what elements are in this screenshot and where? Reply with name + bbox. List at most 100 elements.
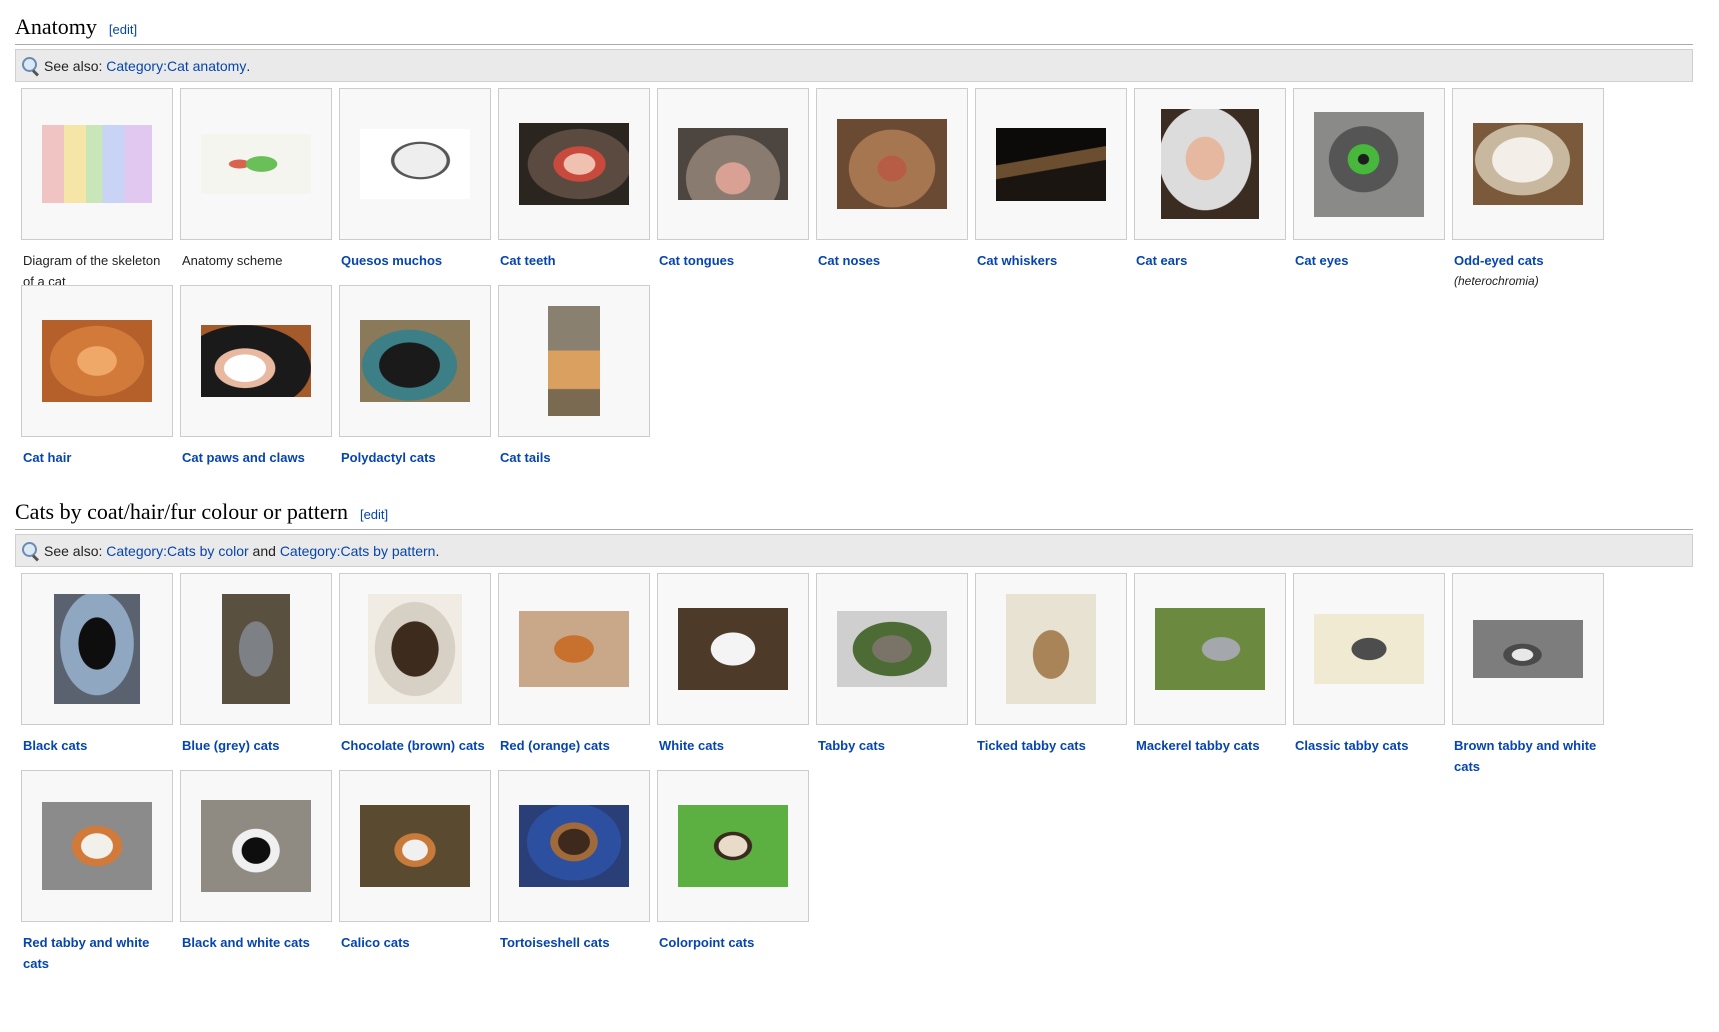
gallery-item[interactable]: Black cats bbox=[21, 573, 180, 770]
cat-tail-image[interactable] bbox=[548, 306, 600, 416]
gallery-item[interactable]: Diagram of the skeleton of a cat bbox=[21, 88, 180, 289]
caption-link[interactable]: Blue (grey) cats bbox=[182, 738, 280, 753]
tabby-cat-image[interactable] bbox=[837, 611, 947, 687]
skeleton-diagram-image[interactable] bbox=[42, 125, 152, 203]
cat-ear-image[interactable] bbox=[1161, 109, 1259, 219]
thumbnail-frame[interactable] bbox=[657, 770, 809, 922]
caption-link[interactable]: Cat noses bbox=[818, 253, 880, 268]
caption-link[interactable]: Brown tabby and white cats bbox=[1454, 738, 1596, 774]
thumbnail-frame[interactable] bbox=[21, 88, 173, 240]
cat-skull-image[interactable] bbox=[360, 129, 470, 199]
gallery-item[interactable]: Ticked tabby cats bbox=[975, 573, 1134, 770]
thumbnail-frame[interactable] bbox=[975, 573, 1127, 725]
thumbnail-frame[interactable] bbox=[498, 770, 650, 922]
caption-link[interactable]: Calico cats bbox=[341, 935, 410, 950]
thumbnail-frame[interactable] bbox=[21, 573, 173, 725]
caption-link[interactable]: Cat eyes bbox=[1295, 253, 1348, 268]
cat-teeth-image[interactable] bbox=[519, 123, 629, 205]
gallery-item[interactable]: Cat tongues bbox=[657, 88, 816, 285]
caption-link[interactable]: Odd-eyed cats bbox=[1454, 253, 1544, 268]
thumbnail-frame[interactable] bbox=[1293, 88, 1445, 240]
caption-link[interactable]: Red tabby and white cats bbox=[23, 935, 149, 971]
polydactyl-cat-image[interactable] bbox=[360, 320, 470, 402]
tortoiseshell-cat-image[interactable] bbox=[519, 805, 629, 887]
gallery-item[interactable]: Black and white cats bbox=[180, 770, 339, 966]
caption-link[interactable]: Classic tabby cats bbox=[1295, 738, 1408, 753]
caption-link[interactable]: Cat paws and claws bbox=[182, 450, 305, 465]
thumbnail-frame[interactable] bbox=[339, 88, 491, 240]
thumbnail-frame[interactable] bbox=[21, 770, 173, 922]
classic-tabby-cat-image[interactable] bbox=[1314, 614, 1424, 684]
thumbnail-frame[interactable] bbox=[339, 770, 491, 922]
caption-link[interactable]: White cats bbox=[659, 738, 724, 753]
thumbnail-frame[interactable] bbox=[21, 285, 173, 437]
gallery-item[interactable]: Red tabby and white cats bbox=[21, 770, 180, 971]
anatomy-scheme-image[interactable] bbox=[201, 134, 311, 194]
gallery-item[interactable]: Blue (grey) cats bbox=[180, 573, 339, 770]
caption-link[interactable]: Polydactyl cats bbox=[341, 450, 436, 465]
caption-link[interactable]: Cat teeth bbox=[500, 253, 556, 268]
gallery-item[interactable]: Polydactyl cats bbox=[339, 285, 498, 485]
red-tabby-white-cat-image[interactable] bbox=[42, 802, 152, 890]
see-also-link-cats-by-pattern[interactable]: Category:Cats by pattern bbox=[280, 543, 436, 559]
brown-tabby-white-cat-image[interactable] bbox=[1473, 620, 1583, 678]
caption-link[interactable]: Mackerel tabby cats bbox=[1136, 738, 1260, 753]
thumbnail-frame[interactable] bbox=[1134, 573, 1286, 725]
black-white-cat-image[interactable] bbox=[201, 800, 311, 892]
gallery-item[interactable]: Cat hair bbox=[21, 285, 180, 485]
thumbnail-frame[interactable] bbox=[180, 285, 332, 437]
gallery-item[interactable]: Red (orange) cats bbox=[498, 573, 657, 770]
caption-link[interactable]: Tabby cats bbox=[818, 738, 885, 753]
caption-link[interactable]: Cat tails bbox=[500, 450, 551, 465]
colorpoint-cat-image[interactable] bbox=[678, 805, 788, 887]
gallery-item[interactable]: Cat noses bbox=[816, 88, 975, 285]
cat-nose-image[interactable] bbox=[837, 119, 947, 209]
thumbnail-frame[interactable] bbox=[975, 88, 1127, 240]
cat-tongue-image[interactable] bbox=[678, 128, 788, 200]
red-cat-image[interactable] bbox=[519, 611, 629, 687]
gallery-item[interactable]: Classic tabby cats bbox=[1293, 573, 1452, 770]
mackerel-tabby-cat-image[interactable] bbox=[1155, 608, 1265, 690]
gallery-item[interactable]: Quesos muchos bbox=[339, 88, 498, 285]
thumbnail-frame[interactable] bbox=[816, 573, 968, 725]
thumbnail-frame[interactable] bbox=[339, 573, 491, 725]
gallery-item[interactable]: Odd-eyed cats (heterochromia) bbox=[1452, 88, 1611, 288]
thumbnail-frame[interactable] bbox=[498, 88, 650, 240]
gallery-item[interactable]: Tortoiseshell cats bbox=[498, 770, 657, 966]
thumbnail-frame[interactable] bbox=[1452, 88, 1604, 240]
thumbnail-frame[interactable] bbox=[498, 285, 650, 437]
gallery-item[interactable]: Cat whiskers bbox=[975, 88, 1134, 285]
gallery-item[interactable]: Mackerel tabby cats bbox=[1134, 573, 1293, 770]
cat-eye-image[interactable] bbox=[1314, 111, 1424, 217]
caption-link[interactable]: Ticked tabby cats bbox=[977, 738, 1086, 753]
caption-link[interactable]: Tortoiseshell cats bbox=[500, 935, 610, 950]
thumbnail-frame[interactable] bbox=[180, 88, 332, 240]
edit-link[interactable]: [edit] bbox=[360, 507, 388, 522]
gallery-item[interactable]: Calico cats bbox=[339, 770, 498, 966]
gallery-item[interactable]: Cat paws and claws bbox=[180, 285, 339, 485]
caption-link[interactable]: Black cats bbox=[23, 738, 87, 753]
thumbnail-frame[interactable] bbox=[816, 88, 968, 240]
gallery-item[interactable]: Brown tabby and white cats bbox=[1452, 573, 1611, 774]
see-also-link-cats-by-color[interactable]: Category:Cats by color bbox=[106, 543, 248, 559]
cat-whiskers-image[interactable] bbox=[996, 127, 1106, 201]
chocolate-cat-image[interactable] bbox=[368, 594, 462, 704]
blue-cat-image[interactable] bbox=[222, 594, 290, 704]
gallery-item[interactable]: White cats bbox=[657, 573, 816, 770]
edit-link[interactable]: [edit] bbox=[109, 22, 137, 37]
caption-link[interactable]: Colorpoint cats bbox=[659, 935, 754, 950]
caption-link[interactable]: Black and white cats bbox=[182, 935, 310, 950]
gallery-item[interactable]: Tabby cats bbox=[816, 573, 975, 770]
caption-link[interactable]: Cat tongues bbox=[659, 253, 734, 268]
thumbnail-frame[interactable] bbox=[657, 573, 809, 725]
thumbnail-frame[interactable] bbox=[339, 285, 491, 437]
calico-cat-image[interactable] bbox=[360, 805, 470, 887]
gallery-item[interactable]: Cat ears bbox=[1134, 88, 1293, 285]
caption-link[interactable]: Cat hair bbox=[23, 450, 71, 465]
gallery-item[interactable]: Cat tails bbox=[498, 285, 657, 485]
caption-link[interactable]: Cat ears bbox=[1136, 253, 1187, 268]
gallery-item[interactable]: Cat eyes bbox=[1293, 88, 1452, 285]
gallery-item[interactable]: Cat teeth bbox=[498, 88, 657, 285]
see-also-link-cat-anatomy[interactable]: Category:Cat anatomy bbox=[106, 58, 246, 74]
thumbnail-frame[interactable] bbox=[657, 88, 809, 240]
